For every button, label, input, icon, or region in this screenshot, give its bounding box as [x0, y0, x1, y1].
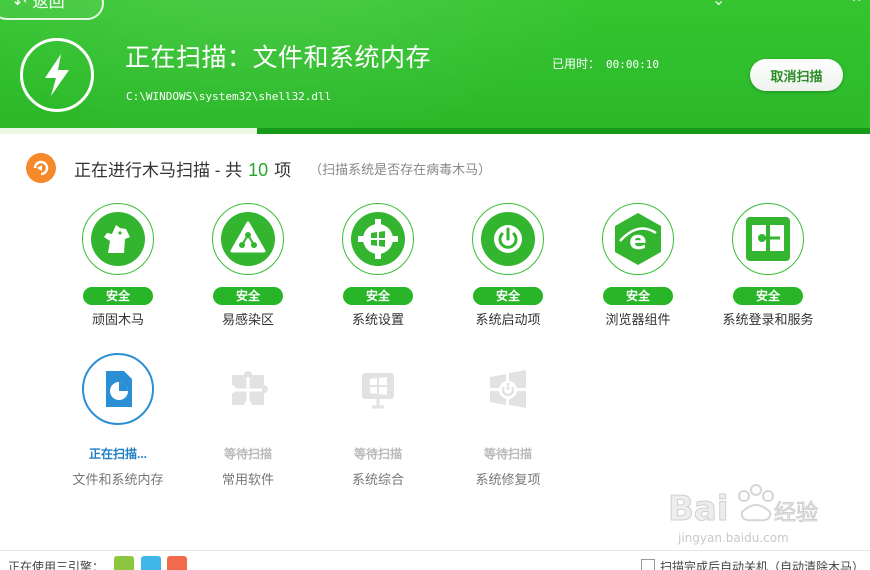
close-icon[interactable]: × [852, 0, 861, 8]
puzzle-icon [212, 353, 284, 425]
engine-red-icon[interactable] [167, 556, 187, 570]
scan-item-common-software: 等待扫描 常用软件 [183, 353, 313, 488]
cancel-scan-button[interactable]: 取消扫描 [750, 59, 843, 91]
engine-green-icon[interactable] [114, 556, 134, 570]
windows-shield-icon [342, 353, 414, 425]
pie-file-icon [82, 353, 154, 425]
engine-blue-icon[interactable] [141, 556, 161, 570]
footer-divider [0, 550, 870, 551]
section-subtitle: （扫描系统是否存在病毒木马） [309, 161, 492, 177]
biohazard-icon [212, 203, 284, 275]
scan-progress-bar [0, 128, 870, 134]
section-title: 正在进行木马扫描 - 共 10 项 [74, 156, 291, 181]
item-label: 易感染区 [221, 312, 274, 327]
back-arrow-icon: ↶ [14, 0, 27, 12]
section-title-prefix: 正在进行木马扫描 - 共 [74, 160, 243, 180]
scan-progress-fill [0, 128, 257, 134]
menu-icon[interactable]: ⌄ [712, 0, 725, 10]
windows-gear-icon [342, 203, 414, 275]
scan-item-system-general: 等待扫描 系统综合 [313, 353, 443, 488]
lightning-icon [20, 38, 94, 112]
minimize-icon[interactable]: – [762, 0, 771, 8]
scan-status: 正在扫描... [88, 447, 147, 461]
status-badge: 安全 [213, 287, 283, 305]
windows-repair-icon [472, 353, 544, 425]
section-count: 10 [248, 159, 269, 180]
status-badge: 安全 [83, 287, 153, 305]
status-badge: 安全 [343, 287, 413, 305]
scan-status: 等待扫描 [483, 447, 532, 461]
item-label: 系统登录和服务 [722, 312, 814, 327]
item-label: 系统综合 [351, 472, 404, 487]
scan-item-system-repair: 等待扫描 系统修复项 [443, 353, 573, 488]
svg-text:经验: 经验 [774, 501, 818, 526]
item-label: 系统启动项 [475, 312, 541, 327]
engine-label: 正在使用三引擎： [8, 560, 105, 570]
item-label: 系统修复项 [475, 472, 541, 487]
scan-item-vulnerable-area: 安全 易感染区 [183, 203, 313, 328]
item-label: 浏览器组件 [605, 312, 671, 327]
status-badge: 安全 [603, 287, 673, 305]
section-title-suffix: 项 [274, 160, 292, 180]
power-icon [472, 203, 544, 275]
scan-item-browser: e 安全 浏览器组件 [573, 203, 703, 328]
maximize-icon[interactable]: ▫ [808, 0, 814, 8]
section-heading: 正在进行木马扫描 - 共 10 项 （扫描系统是否存在病毒木马） [26, 152, 491, 184]
svg-text:jingyan.baidu.com: jingyan.baidu.com [677, 531, 789, 545]
baidu-watermark-logo: Bai 经验 jingyan.baidu.com [668, 484, 819, 545]
trojan-scan-icon [26, 153, 56, 183]
elapsed-time: 已用时： 00:00:10 [552, 55, 659, 72]
horse-icon [82, 203, 154, 275]
auto-shutdown-label: 扫描完成后自动关机（自动清除木马） [660, 560, 865, 570]
scan-item-file-memory: 正在扫描... 文件和系统内存 [53, 353, 183, 488]
item-label: 系统设置 [351, 312, 404, 327]
item-label: 文件和系统内存 [72, 472, 164, 487]
status-badge: 安全 [733, 287, 803, 305]
elapsed-value: 00:00:10 [606, 58, 659, 71]
current-file-path: C:\WINDOWS\system32\shell32.dll [126, 90, 332, 103]
scan-item-startup: 安全 系统启动项 [443, 203, 573, 328]
login-service-icon [732, 203, 804, 275]
back-label: 返回 [32, 0, 65, 11]
auto-shutdown-checkbox[interactable] [641, 559, 655, 570]
back-button[interactable]: ↶ 返回 [0, 0, 104, 20]
svg-text:Bai: Bai [668, 489, 729, 529]
scan-title: 正在扫描：文件和系统内存 [125, 44, 432, 72]
item-label: 常用软件 [221, 472, 274, 487]
scan-status: 等待扫描 [353, 447, 402, 461]
elapsed-label: 已用时： [552, 57, 601, 71]
scan-item-login-services: 安全 系统登录和服务 [703, 203, 833, 328]
scan-status: 等待扫描 [223, 447, 272, 461]
scan-item-system-settings: 安全 系统设置 [313, 203, 443, 328]
scan-header: ↶ 返回 ⌄ – ▫ × 正在扫描：文件和系统内存 C:\WINDOWS\sys… [0, 0, 870, 134]
ie-icon: e [602, 203, 674, 275]
status-badge: 安全 [473, 287, 543, 305]
scan-item-stubborn-trojan: 安全 顽固木马 [53, 203, 183, 328]
item-label: 顽固木马 [91, 312, 144, 327]
